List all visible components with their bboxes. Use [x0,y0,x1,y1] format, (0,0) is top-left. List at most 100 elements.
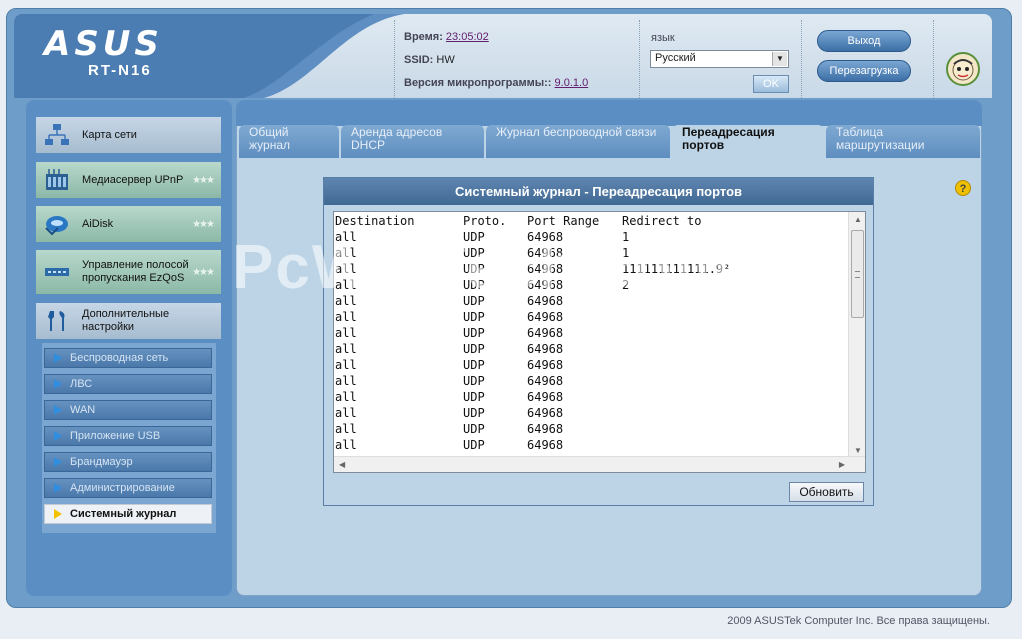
header-divider [639,20,640,98]
tab-port-forwarding[interactable]: Переадресация портов [672,125,824,158]
submenu-label: Беспроводная сеть [70,352,169,364]
table-cell [622,373,762,389]
sidebar-item-upnp[interactable]: Медиасервер UPnP ★★★ [36,162,221,198]
table-cell: 64968 [527,246,564,260]
table-cell: all [335,374,357,388]
scroll-right-icon[interactable]: ▶ [839,460,845,469]
table-cell: UDP [463,342,485,356]
language-label: язык [651,32,675,44]
time-value[interactable]: 23:05:02 [446,31,489,43]
arrow-right-icon [54,379,62,389]
table-cell: 64968 [527,358,564,372]
mascot-icon [946,52,980,86]
header-divider [801,20,802,98]
scroll-left-icon[interactable]: ◀ [339,460,345,469]
asus-logo: ASUS [44,24,163,64]
table-cell: 64968 [527,262,564,276]
table-cell: 64968 [527,342,564,356]
sidebar-item-aidisk[interactable]: AiDisk ★★★ [36,206,221,242]
log-panel: Системный журнал - Переадресация портов … [323,177,874,506]
submenu-item-usb[interactable]: Приложение USB [44,426,212,446]
network-map-icon [45,124,69,145]
sidebar-item-ezqos[interactable]: Управление полосой пропускания EzQoS ★★★ [36,250,221,294]
table-cell: UDP [463,230,485,244]
vertical-scrollbar[interactable]: ▲ ▼ [848,212,865,458]
star-icon: ★★★ [192,219,215,230]
table-cell: UDP [463,278,485,292]
star-icon: ★★★ [192,175,215,186]
table-cell: 64968 [527,390,564,404]
firmware-row: Версия микропрограммы:: 9.0.1.0 [404,76,588,99]
logout-button[interactable]: Выход [817,30,911,52]
ssid-value: HW [436,54,455,66]
table-row: all UDP 64968 [335,389,762,405]
table-cell: all [335,262,357,276]
table-cell: 64968 [527,422,564,436]
table-row: all UDP 64968 [335,341,762,357]
table-row: all UDP 64968 1 [335,245,762,261]
table-cell [622,341,762,357]
submenu-item-admin[interactable]: Администрирование [44,478,212,498]
tab-general-log[interactable]: Общий журнал [239,125,339,158]
submenu-item-lan[interactable]: ЛВС [44,374,212,394]
tools-icon [48,311,65,331]
submenu-item-firewall[interactable]: Брандмауэр [44,452,212,472]
table-cell: all [335,358,357,372]
table-cell: UDP [463,390,485,404]
table-row: all UDP 64968 [335,373,762,389]
table-cell: all [335,294,357,308]
table-cell [622,405,762,421]
table-row: all UDP 64968 [335,405,762,421]
table-cell: all [335,406,357,420]
sidebar-item-advanced[interactable]: Дополнительные настройки [36,303,221,339]
reboot-button[interactable]: Перезагрузка [817,60,911,82]
media-server-icon [46,169,68,190]
table-row: all UDP 64968 [335,421,762,437]
arrow-right-icon [54,353,62,363]
ssid-label: SSID: [404,54,434,66]
table-cell: UDP [463,326,485,340]
firmware-value[interactable]: 9.0.1.0 [555,77,589,89]
table-cell [622,309,762,325]
arrow-right-icon [54,483,62,493]
submenu-item-wan[interactable]: WAN [44,400,212,420]
table-cell: UDP [463,358,485,372]
help-icon[interactable]: ? [955,180,971,196]
sidebar-item-label: Медиасервер UPnP [82,173,184,186]
submenu-label: Администрирование [70,482,175,494]
tab-strip [236,100,982,126]
firmware-label: Версия микропрограммы:: [404,77,552,89]
language-select[interactable]: Русский ▼ [650,50,789,68]
horizontal-scrollbar[interactable]: ◀ ▶ [334,456,865,472]
tab-dhcp-leases[interactable]: Аренда адресов DHCP [341,125,484,158]
sidebar-item-network-map[interactable]: Карта сети [36,117,221,153]
star-icon: ★★★ [192,267,215,278]
submenu-item-syslog[interactable]: Системный журнал [44,504,212,524]
table-cell: UDP [463,310,485,324]
column-header: Redirect to [622,214,702,228]
scroll-up-icon[interactable]: ▲ [854,215,862,224]
copyright-footer: 2009 ASUSTek Computer Inc. Все права защ… [727,615,990,627]
table-cell: 64968 [527,230,564,244]
scroll-thumb[interactable] [851,230,864,318]
table-row: all UDP 64968 2 [335,277,762,293]
status-info: Время: 23:05:02 SSID: HW Версия микропро… [404,30,588,99]
time-row: Время: 23:05:02 [404,30,588,53]
refresh-button[interactable]: Обновить [789,482,864,502]
table-cell: all [335,326,357,340]
scroll-down-icon[interactable]: ▼ [854,446,862,455]
tab-wireless-log[interactable]: Журнал беспроводной связи [486,125,670,158]
table-cell: all [335,230,357,244]
language-ok-button[interactable]: OK [753,75,789,93]
chevron-down-icon[interactable]: ▼ [772,52,787,66]
column-header: Destination [335,214,415,228]
sidebar-item-label: Управление полосой пропускания EzQoS [82,259,189,284]
sidebar-item-label: AiDisk [82,217,114,230]
tab-routing-table[interactable]: Таблица маршрутизации [826,125,980,158]
log-textarea[interactable]: Destination Proto. Port Range Redirect t… [333,211,866,473]
submenu-item-wireless[interactable]: Беспроводная сеть [44,348,212,368]
column-header: Proto. [463,214,507,228]
table-cell: all [335,342,357,356]
table-cell [622,389,762,405]
submenu-label: Приложение USB [70,430,161,442]
